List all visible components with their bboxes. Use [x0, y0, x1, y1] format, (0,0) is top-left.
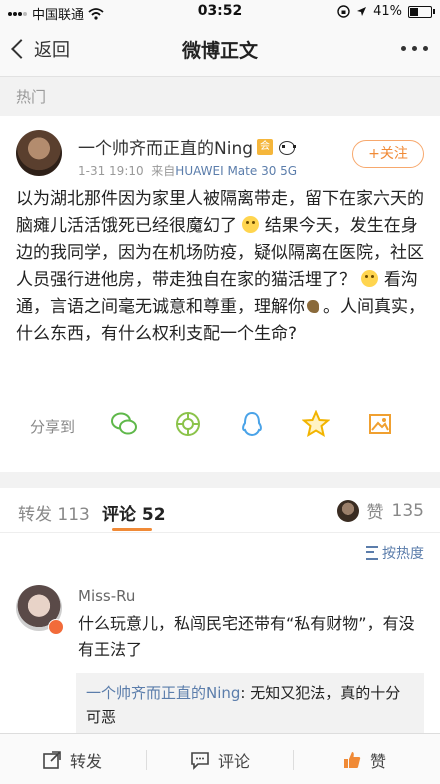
post-meta: 1-31 19:10 来自HUAWEI Mate 30 5G — [78, 162, 297, 179]
sort-icon — [366, 546, 378, 560]
member-badge-icon: 会 — [257, 138, 274, 155]
battery-percent: 41% — [373, 4, 402, 19]
commenter-name[interactable]: Miss-Ru — [78, 587, 135, 605]
dot-icon — [412, 46, 417, 51]
tab-comment-count: 52 — [141, 505, 166, 525]
wechat-icon[interactable] — [110, 410, 138, 438]
tab-like-count: 135 — [391, 500, 424, 521]
tab-repost-count: 113 — [57, 505, 90, 525]
reply-author[interactable]: 一个帅齐而正直的Ning — [86, 684, 240, 702]
post-card: 一个帅齐而正直的Ning 会 1-31 19:10 来自HUAWEI Mate … — [0, 116, 440, 472]
reply-box[interactable]: 一个帅齐而正直的Ning: 无知又犯法，真的十分可恶 — [76, 673, 424, 733]
bottom-action-bar: 转发 评论 赞 — [0, 733, 440, 784]
post-time: 1-31 19:10 — [78, 164, 144, 178]
divider — [146, 750, 147, 770]
tab-likes[interactable]: 赞 135 — [336, 498, 424, 523]
divider — [293, 750, 294, 770]
repost-label: 转发 — [70, 752, 103, 771]
thumbs-up-icon — [344, 752, 361, 768]
battery-icon — [408, 5, 435, 18]
tab-repost-label: 转发 — [18, 505, 52, 525]
tab-like-label: 赞 — [366, 503, 384, 523]
status-bar: 中国联通 03:52 41% — [0, 0, 440, 24]
like-label: 赞 — [370, 752, 387, 771]
interaction-tabs: 转发 113 评论 52 赞 135 — [0, 488, 440, 533]
avatar[interactable] — [16, 130, 62, 176]
author-name: 一个帅齐而正直的Ning — [78, 139, 254, 159]
comment-item: Miss-Ru 什么玩意儿，私闯民宅还带有“私有财物”，有没有王法了 一个帅齐而… — [0, 573, 440, 733]
tab-comment-label: 评论 — [102, 505, 136, 525]
section-label: 热门 — [16, 88, 47, 106]
liker-avatar — [336, 499, 359, 522]
comment-label: 评论 — [218, 752, 251, 771]
sort-bar: 按热度 — [0, 533, 440, 573]
comment-icon — [191, 752, 209, 770]
post-text: 以为湖北那件因为家里人被隔离带走，留下在家六天的脑瘫儿活活饿死已经很魔幻了 结果… — [16, 186, 426, 348]
panda-icon — [277, 139, 297, 155]
share-label: 分享到 — [30, 418, 76, 436]
smile-emoji-icon — [242, 216, 260, 233]
repost-icon — [43, 751, 61, 769]
lock-rotation-icon — [337, 5, 350, 18]
nav-bar: 返回 微博正文 — [0, 24, 440, 77]
horse-emoji-icon — [305, 298, 323, 314]
dot-icon — [423, 46, 428, 51]
dot-icon — [401, 46, 406, 51]
page-title: 微博正文 — [181, 40, 258, 62]
repost-button[interactable]: 转发 — [42, 748, 102, 772]
vip-badge-icon — [48, 619, 64, 635]
active-tab-indicator — [112, 528, 152, 531]
sort-label: 按热度 — [382, 546, 424, 562]
source-prefix: 来自 — [151, 164, 176, 178]
qzone-icon[interactable] — [302, 410, 330, 438]
like-button[interactable]: 赞 — [342, 748, 386, 772]
more-button[interactable] — [401, 46, 428, 51]
post-source: HUAWEI Mate 30 5G — [175, 164, 298, 178]
post-author[interactable]: 一个帅齐而正直的Ning 会 — [78, 134, 297, 159]
smile-emoji-icon — [361, 270, 379, 287]
tab-repost[interactable]: 转发 113 — [18, 500, 90, 525]
share-row: 分享到 — [0, 406, 440, 446]
qq-icon[interactable] — [238, 410, 266, 438]
follow-button[interactable]: +关注 — [352, 140, 424, 168]
sort-button[interactable]: 按热度 — [366, 543, 424, 563]
moments-icon[interactable] — [174, 410, 202, 438]
comment-text: 什么玩意儿，私闯民宅还带有“私有财物”，有没有王法了 — [78, 614, 415, 659]
location-icon — [357, 7, 367, 16]
tab-comment[interactable]: 评论 52 — [102, 500, 166, 525]
album-icon[interactable] — [366, 410, 394, 438]
comment-button[interactable]: 评论 — [190, 748, 250, 772]
